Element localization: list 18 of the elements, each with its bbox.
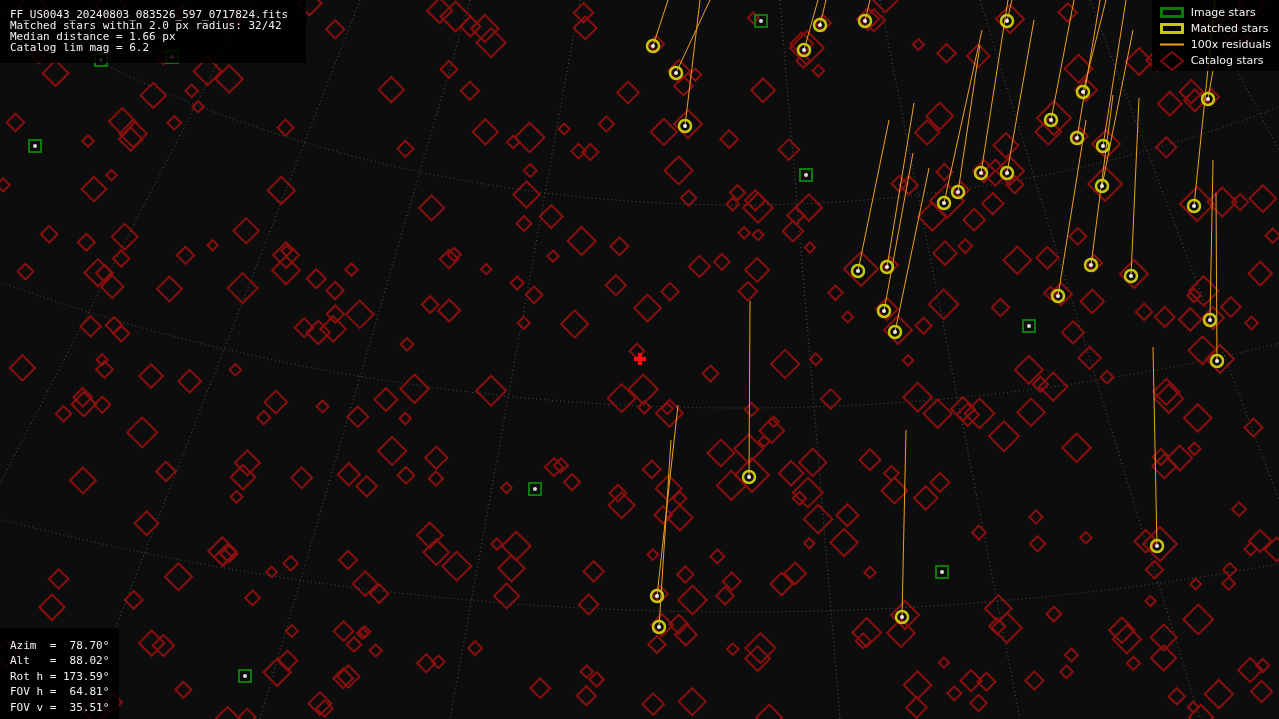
info-text: FF_US0043_20240803_083526_597_0717824.fits: [10, 9, 290, 20]
pointing-text: FOV h = 64.81°: [10, 684, 110, 700]
info-text: Matched stars within 2.0 px radius: 32/42: [10, 20, 282, 31]
image-star-marker-icon: [1159, 7, 1184, 18]
legend-label: Matched stars: [1190, 22, 1269, 35]
cross-icon: [634, 353, 646, 365]
info-text: Catalog lim mag = 6.2: [10, 42, 151, 53]
residual-line-icon: [1159, 43, 1184, 46]
pointing-text: Alt = 88.02°: [10, 653, 110, 669]
legend-label: Image stars: [1190, 6, 1256, 19]
info-text: Median distance = 1.66 px: [10, 31, 176, 42]
pointing-text: Rot h = 173.59°: [10, 668, 110, 684]
diamond-icon: [1159, 50, 1184, 71]
matched-star-marker-icon: [1159, 23, 1184, 34]
pointing-text: FOV v = 35.51°: [10, 699, 110, 715]
pointing-text: Azim = 78.70°: [10, 637, 110, 653]
legend-label: 100x residuals: [1190, 38, 1271, 51]
legend-label: Catalog stars: [1190, 54, 1264, 67]
